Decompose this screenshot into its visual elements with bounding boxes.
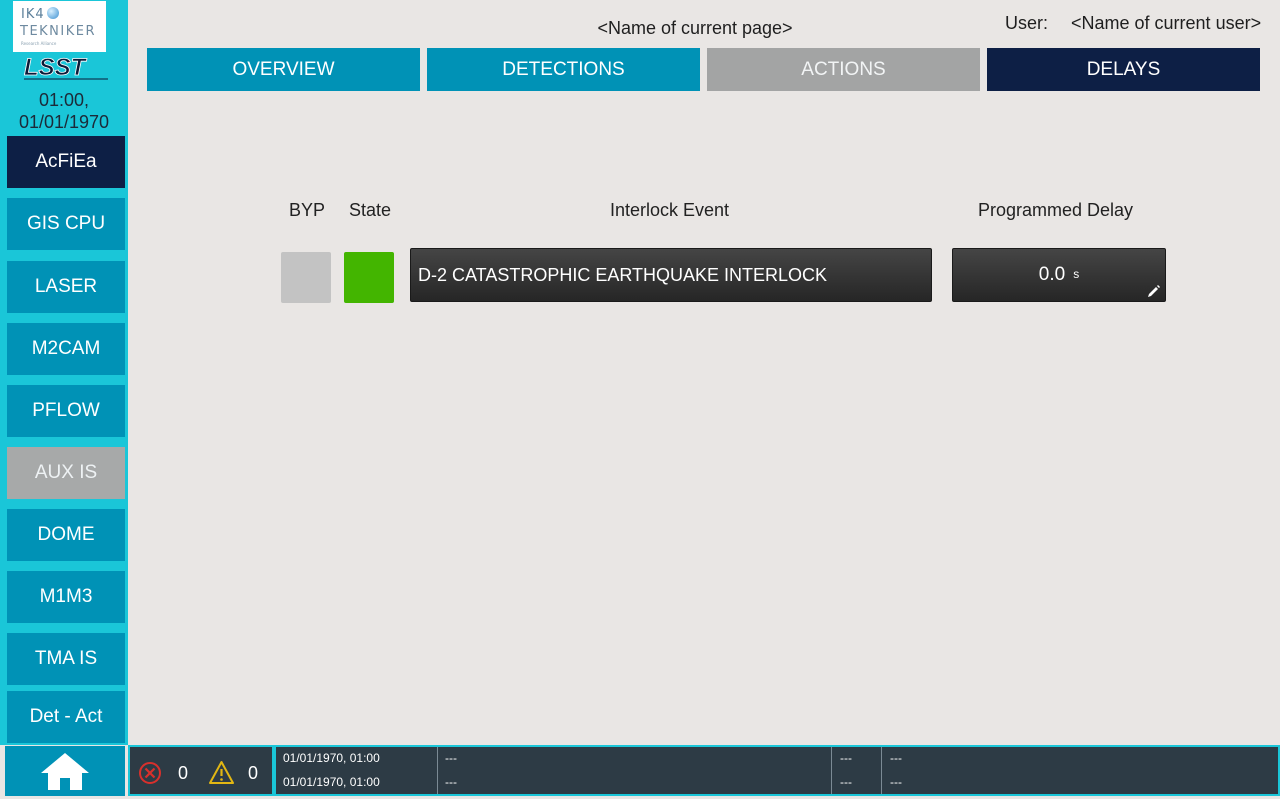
home-icon bbox=[41, 753, 89, 790]
column-header-state: State bbox=[349, 200, 392, 220]
logo-research-text: Research Alliance bbox=[21, 41, 57, 46]
log-timestamp: 01/01/1970, 01:00 bbox=[283, 775, 380, 789]
log-detail: --- bbox=[890, 775, 902, 789]
log-divider bbox=[437, 747, 438, 794]
sidebar-item-pflow[interactable]: PFLOW bbox=[7, 385, 125, 437]
column-header-byp: BYP bbox=[289, 200, 326, 220]
sidebar-item-tma-is[interactable]: TMA IS bbox=[7, 633, 125, 685]
sidebar-item-label: PFLOW bbox=[32, 400, 100, 421]
tab-label: DELAYS bbox=[1086, 58, 1161, 80]
globe-icon bbox=[46, 7, 59, 19]
page-title: <Name of current page> bbox=[597, 18, 793, 38]
sidebar-item-label: AcFiEa bbox=[35, 151, 97, 172]
log-divider bbox=[881, 747, 882, 794]
warning-icon bbox=[209, 761, 234, 784]
state-indicator bbox=[344, 252, 394, 303]
programmed-delay-field[interactable]: 0.0 s bbox=[952, 248, 1166, 302]
sidebar: IK4 TEKNIKER Research Alliance LSST 01:0… bbox=[0, 0, 128, 745]
bypass-indicator[interactable] bbox=[281, 252, 331, 303]
sidebar-item-label: M2CAM bbox=[31, 338, 101, 359]
column-header-delay: Programmed Delay bbox=[978, 200, 1134, 220]
log-detail: --- bbox=[890, 751, 902, 765]
pencil-icon[interactable] bbox=[1147, 284, 1161, 298]
error-icon bbox=[139, 762, 161, 784]
error-count: 0 bbox=[178, 763, 189, 783]
sidebar-item-label: DOME bbox=[37, 524, 95, 545]
interlock-event-label: D-2 CATASTROPHIC EARTHQUAKE INTERLOCK bbox=[418, 264, 828, 285]
sidebar-item-laser[interactable]: LASER bbox=[7, 261, 125, 313]
log-timestamp: 01/01/1970, 01:00 bbox=[283, 751, 380, 765]
sidebar-item-det-act[interactable]: Det - Act bbox=[7, 691, 125, 743]
ik4-tekniker-logo: IK4 TEKNIKER Research Alliance bbox=[13, 1, 106, 52]
lsst-logo-text: LSST bbox=[24, 54, 88, 81]
sidebar-item-label: M1M3 bbox=[39, 586, 93, 607]
clock-date: 01/01/1970 bbox=[18, 112, 110, 132]
sidebar-item-dome[interactable]: DOME bbox=[7, 509, 125, 561]
interlock-event-cell: D-2 CATASTROPHIC EARTHQUAKE INTERLOCK bbox=[410, 248, 932, 302]
log-code: --- bbox=[840, 775, 852, 789]
event-log[interactable]: 01/01/1970, 01:00 01/01/1970, 01:00 --- … bbox=[274, 745, 1280, 796]
log-message: --- bbox=[445, 751, 457, 765]
column-header-event: Interlock Event bbox=[610, 200, 730, 220]
tab-label: OVERVIEW bbox=[232, 58, 335, 80]
tab-actions[interactable]: ACTIONS bbox=[707, 48, 980, 91]
sidebar-item-label: AUX IS bbox=[34, 462, 98, 483]
sidebar-item-label: GIS CPU bbox=[26, 213, 106, 234]
sidebar-item-label: LASER bbox=[34, 276, 98, 297]
warning-count: 0 bbox=[248, 763, 259, 783]
sidebar-item-m1m3[interactable]: M1M3 bbox=[7, 571, 125, 623]
sidebar-item-acfiea[interactable]: AcFiEa bbox=[7, 136, 125, 188]
tab-overview[interactable]: OVERVIEW bbox=[147, 48, 420, 91]
tab-label: DETECTIONS bbox=[502, 58, 625, 80]
clock: 01:00, 01/01/1970 bbox=[0, 89, 128, 133]
delay-value: 0.0 bbox=[1038, 264, 1066, 285]
tab-delays[interactable]: DELAYS bbox=[987, 48, 1260, 91]
sidebar-item-label: Det - Act bbox=[29, 706, 103, 727]
delay-unit: s bbox=[1073, 267, 1080, 281]
user-name: <Name of current user> bbox=[1071, 13, 1262, 33]
sidebar-item-label: TMA IS bbox=[34, 648, 98, 669]
user-label: User: bbox=[1005, 13, 1049, 33]
logo-ik4-text: IK4 bbox=[21, 7, 45, 22]
log-message: --- bbox=[445, 775, 457, 789]
logo-tekniker-text: TEKNIKER bbox=[20, 24, 97, 39]
log-code: --- bbox=[840, 751, 852, 765]
alarm-summary[interactable]: 0 0 bbox=[128, 745, 274, 796]
log-divider bbox=[831, 747, 832, 794]
sidebar-item-gis-cpu[interactable]: GIS CPU bbox=[7, 198, 125, 250]
sidebar-item-m2cam[interactable]: M2CAM bbox=[7, 323, 125, 375]
clock-time: 01:00, bbox=[38, 90, 90, 110]
lsst-logo: LSST bbox=[24, 54, 108, 81]
tab-label: ACTIONS bbox=[801, 58, 886, 80]
home-button[interactable] bbox=[5, 746, 125, 796]
sidebar-item-aux-is[interactable]: AUX IS bbox=[7, 447, 125, 499]
tab-detections[interactable]: DETECTIONS bbox=[427, 48, 700, 91]
